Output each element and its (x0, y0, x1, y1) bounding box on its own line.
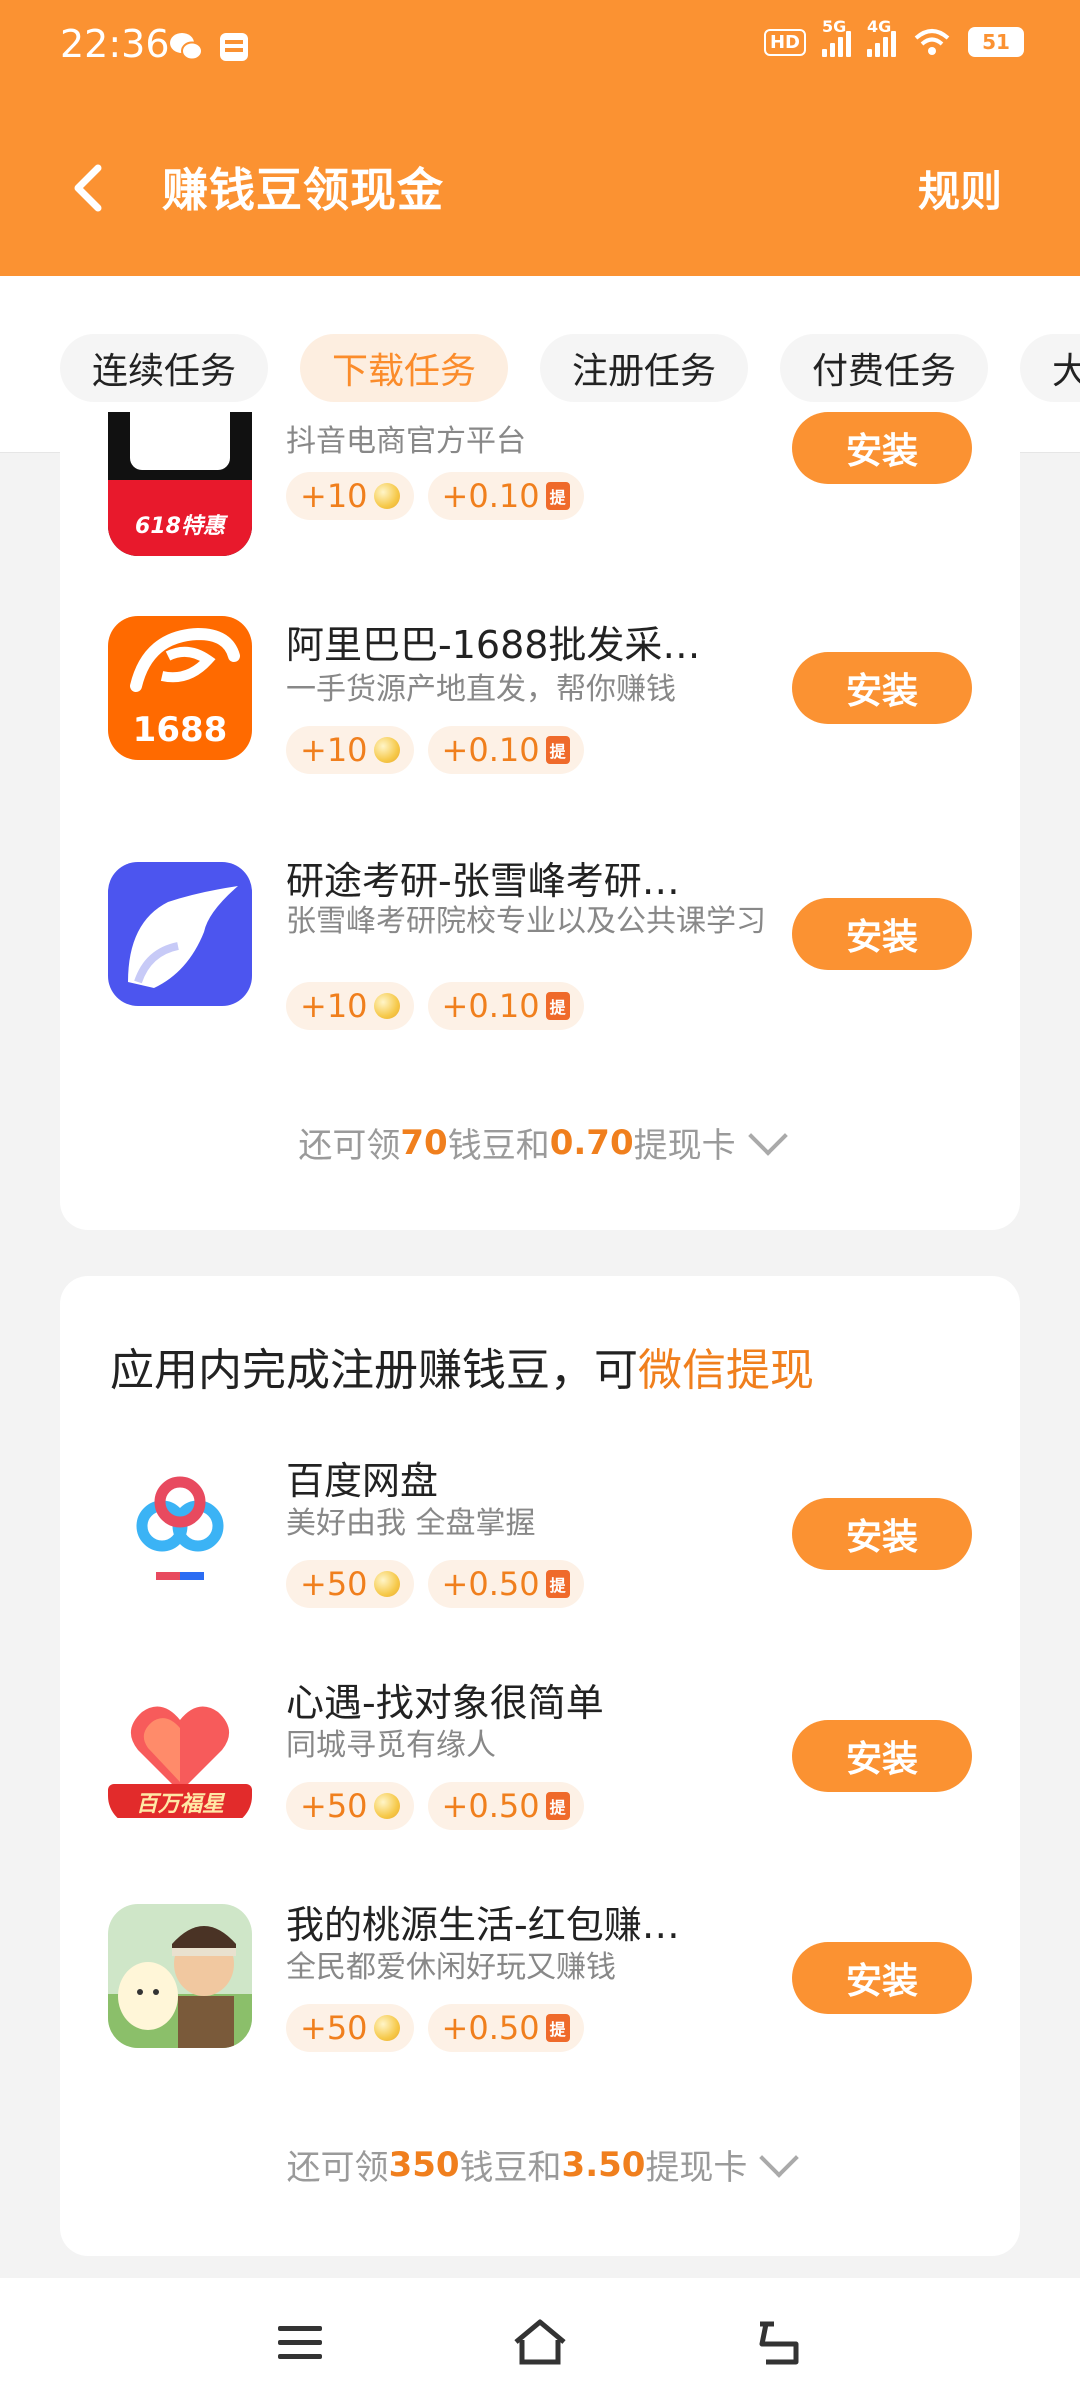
list-item[interactable]: 618特惠 抖音电商官方平台 +10 +0.10 提 安装 (60, 412, 1020, 592)
chevron-down-icon (759, 2137, 800, 2178)
cloud-logo-icon (136, 1476, 224, 1580)
home-icon[interactable] (510, 2314, 570, 2370)
coin-reward: +50 (286, 2004, 414, 2052)
tab-paid[interactable]: 付费任务 (780, 334, 989, 402)
cash-reward: +0.50 提 (427, 2004, 584, 2052)
chevron-down-icon (747, 1115, 788, 1156)
install-button[interactable]: 安装 (792, 1720, 972, 1792)
alibaba-1688-app-icon: 1688 (108, 616, 252, 760)
section-title: 应用内完成注册赚钱豆，可微信提现 (110, 1345, 814, 1396)
download-task-card: 618特惠 抖音电商官方平台 +10 +0.10 提 安装 1688 阿里巴巴-1… (60, 412, 1020, 1230)
coin-icon (373, 483, 400, 509)
app-name: 我的桃源生活-红包赚… (286, 1903, 680, 1947)
signal-5g-icon: 5G (822, 17, 851, 57)
tab-continuous[interactable]: 连续任务 (60, 334, 269, 402)
list-item[interactable]: 百万福星 心遇-找对象很简单 同城寻觅有缘人 +50 +0.50 提 安装 (60, 1674, 1020, 1854)
cash-reward: +0.10 提 (427, 472, 584, 520)
chevron-left-icon (74, 164, 102, 212)
back-button[interactable] (60, 158, 116, 218)
reward-pills: +10 +0.10 提 (286, 726, 584, 774)
cash-reward: +0.50 提 (427, 1782, 584, 1830)
tab-more[interactable]: 大 (1020, 334, 1080, 402)
battery-icon: 51 (968, 27, 1024, 57)
coin-icon (373, 993, 400, 1019)
rules-link[interactable]: 规则 (918, 158, 1002, 219)
list-item[interactable]: 1688 阿里巴巴-1688批发采… 一手货源产地直发，帮你赚钱 +10 +0.… (60, 616, 1020, 796)
install-button[interactable]: 安装 (792, 1498, 972, 1570)
register-task-card: 应用内完成注册赚钱豆，可微信提现 百度网盘 美好由我 全盘掌握 +50 +0.5… (60, 1276, 1020, 2256)
unicorn-logo-icon (128, 886, 238, 988)
status-system-icons: HD 5G 4G 51 (763, 17, 1024, 58)
app-icon-label: 百万福星 (135, 1792, 224, 1817)
more-rewards-expand[interactable]: 还可领 350 钱豆和 3.50 提现卡 (60, 2137, 1020, 2189)
app-description: 同城寻觅有缘人 (286, 1728, 496, 1763)
wallet-icon (220, 33, 248, 61)
coin-reward: +10 (286, 726, 414, 774)
coin-icon (373, 1793, 400, 1819)
page-title: 赚钱豆领现金 (162, 163, 444, 217)
taoyuan-life-app-icon (108, 1904, 252, 2048)
app-icon-label: 1688 (132, 710, 228, 750)
signal-4g-icon: 4G (867, 17, 896, 57)
app-header: 22:36 HD 5G 4G 51 赚钱豆领现金 规则 (0, 0, 1080, 276)
more-rewards-expand[interactable]: 还可领 70 钱豆和 0.70 提现卡 (60, 1115, 1020, 1167)
xinyu-app-icon: 百万福星 (108, 1682, 252, 1826)
baidu-netdisk-app-icon (108, 1460, 252, 1604)
cash-card-icon: 提 (545, 1570, 570, 1598)
list-item[interactable]: 研途考研-张雪峰考研… 张雪峰考研院校专业以及公共课学习 +10 +0.10 提 … (60, 852, 1020, 1032)
status-time: 22:36 (60, 22, 170, 66)
cash-card-icon: 提 (545, 736, 570, 764)
reward-pills: +50 +0.50 提 (286, 2004, 584, 2052)
yantu-kaoyan-app-icon (108, 862, 252, 1006)
reward-pills: +10 +0.10 提 (286, 472, 584, 520)
coin-icon (373, 2015, 400, 2041)
cash-card-icon: 提 (545, 992, 570, 1020)
status-notification-icons (168, 30, 250, 66)
douyin-mall-app-icon: 618特惠 (108, 412, 252, 556)
tab-register[interactable]: 注册任务 (540, 334, 749, 402)
menu-icon[interactable] (270, 2314, 330, 2370)
app-description: 一手货源产地直发，帮你赚钱 (286, 672, 676, 707)
app-description: 抖音电商官方平台 (286, 424, 526, 459)
cash-reward: +0.10 提 (427, 982, 584, 1030)
cash-card-icon: 提 (545, 482, 570, 510)
app-icon-label: 618特惠 (135, 514, 225, 539)
install-button[interactable]: 安装 (792, 652, 972, 724)
status-bar: 22:36 HD 5G 4G 51 (0, 0, 1080, 96)
list-item[interactable]: 我的桃源生活-红包赚… 全民都爱休闲好玩又赚钱 +50 +0.50 提 安装 (60, 1896, 1020, 2076)
cash-reward: +0.10 提 (427, 726, 584, 774)
coin-reward: +10 (286, 982, 414, 1030)
coin-reward: +50 (286, 1782, 414, 1830)
cash-reward: +0.50 提 (427, 1560, 584, 1608)
app-description: 美好由我 全盘掌握 (286, 1506, 536, 1541)
coin-reward: +50 (286, 1560, 414, 1608)
install-button[interactable]: 安装 (792, 1942, 972, 2014)
app-name: 研途考研-张雪峰考研… (286, 859, 680, 903)
hd-icon: HD (763, 28, 806, 56)
app-description: 全民都爱休闲好玩又赚钱 (286, 1950, 616, 1985)
back-nav-icon[interactable] (752, 2314, 812, 2370)
reward-pills: +50 +0.50 提 (286, 1560, 584, 1608)
alibaba-logo-icon (130, 627, 240, 692)
reward-pills: +10 +0.10 提 (286, 982, 584, 1030)
install-button[interactable]: 安装 (792, 898, 972, 970)
wifi-icon (914, 29, 950, 55)
install-button[interactable]: 安装 (792, 412, 972, 484)
app-name: 心遇-找对象很简单 (286, 1681, 604, 1725)
list-item[interactable]: 百度网盘 美好由我 全盘掌握 +50 +0.50 提 安装 (60, 1452, 1020, 1632)
cartoon-character-icon (108, 1926, 252, 2048)
wechat-icon (170, 33, 203, 61)
cash-card-icon: 提 (545, 1792, 570, 1820)
app-name: 百度网盘 (286, 1459, 439, 1503)
coin-reward: +10 (286, 472, 414, 520)
app-description: 张雪峰考研院校专业以及公共课学习 (286, 904, 766, 939)
system-navigation-bar (0, 2278, 1080, 2404)
app-name: 阿里巴巴-1688批发采… (286, 623, 701, 667)
coin-icon (373, 1571, 400, 1597)
reward-pills: +50 +0.50 提 (286, 1782, 584, 1830)
tab-download[interactable]: 下载任务 (300, 334, 509, 402)
cash-card-icon: 提 (545, 2014, 570, 2042)
coin-icon (373, 737, 400, 763)
